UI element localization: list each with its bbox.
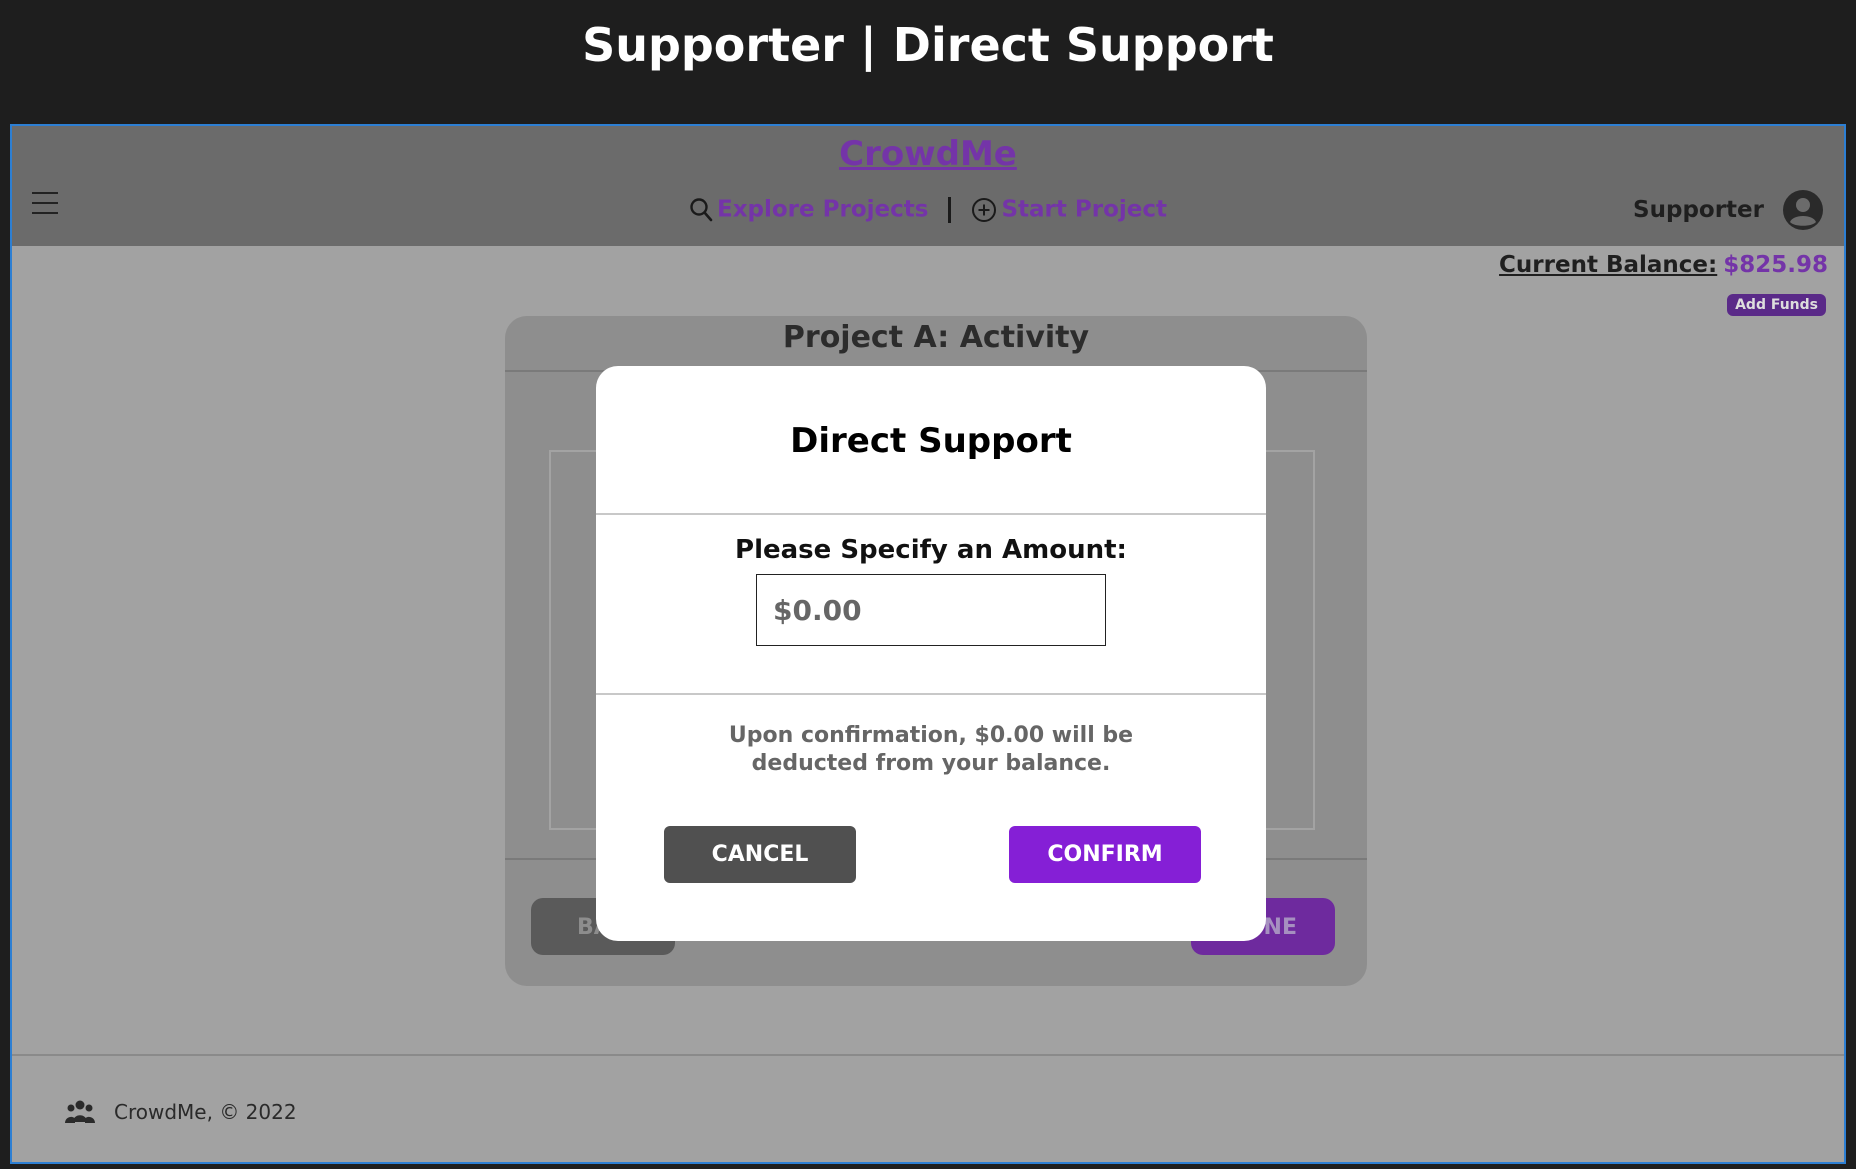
direct-support-modal: Direct Support Please Specify an Amount:… <box>596 366 1266 941</box>
confirmation-note: Upon confirmation, $0.00 will be deducte… <box>696 722 1166 778</box>
modal-title: Direct Support <box>790 421 1072 461</box>
add-funds-button[interactable]: Add Funds <box>1727 294 1826 316</box>
start-project-link[interactable]: Start Project <box>971 196 1168 223</box>
footer-text: CrowdMe, © 2022 <box>114 1100 297 1124</box>
user-role-label: Supporter <box>1633 197 1764 223</box>
modal-divider-top <box>596 513 1266 515</box>
confirmation-note-line1: Upon confirmation, $0.00 will be <box>728 723 1134 748</box>
footer: CrowdMe, © 2022 <box>64 1092 297 1132</box>
user-avatar-icon[interactable] <box>1782 189 1824 231</box>
confirmation-note-line2: deducted from your balance. <box>751 751 1111 776</box>
amount-label: Please Specify an Amount: <box>735 535 1127 565</box>
search-icon <box>690 197 713 221</box>
plus-circle-icon <box>972 197 997 222</box>
group-icon <box>65 1100 95 1123</box>
user-menu[interactable]: Supporter <box>1633 189 1824 231</box>
balance-value: $825.98 <box>1723 252 1828 278</box>
main-nav: Explore Projects Start Project <box>12 192 1844 227</box>
balance-row: Current Balance: $825.98 <box>1499 248 1828 282</box>
cancel-button[interactable]: CANCEL <box>664 826 856 883</box>
page-heading: Supporter | Direct Support <box>582 18 1274 72</box>
explore-projects-label: Explore Projects <box>716 196 929 223</box>
amount-input[interactable] <box>756 574 1106 646</box>
balance-label[interactable]: Current Balance: <box>1499 252 1717 278</box>
footer-divider <box>12 1054 1844 1056</box>
brand-logo-link[interactable]: CrowdMe <box>12 131 1844 177</box>
top-navigation-bar: CrowdMe Explore Projects Start Project S… <box>12 126 1844 246</box>
start-project-label: Start Project <box>1001 196 1168 223</box>
card-title: Project A: Activity <box>505 316 1367 372</box>
confirm-button[interactable]: CONFIRM <box>1009 826 1201 883</box>
modal-divider-bottom <box>596 693 1266 695</box>
app-frame: CrowdMe Explore Projects Start Project S… <box>10 124 1846 1164</box>
explore-projects-link[interactable]: Explore Projects <box>689 196 936 223</box>
nav-separator <box>948 196 952 223</box>
